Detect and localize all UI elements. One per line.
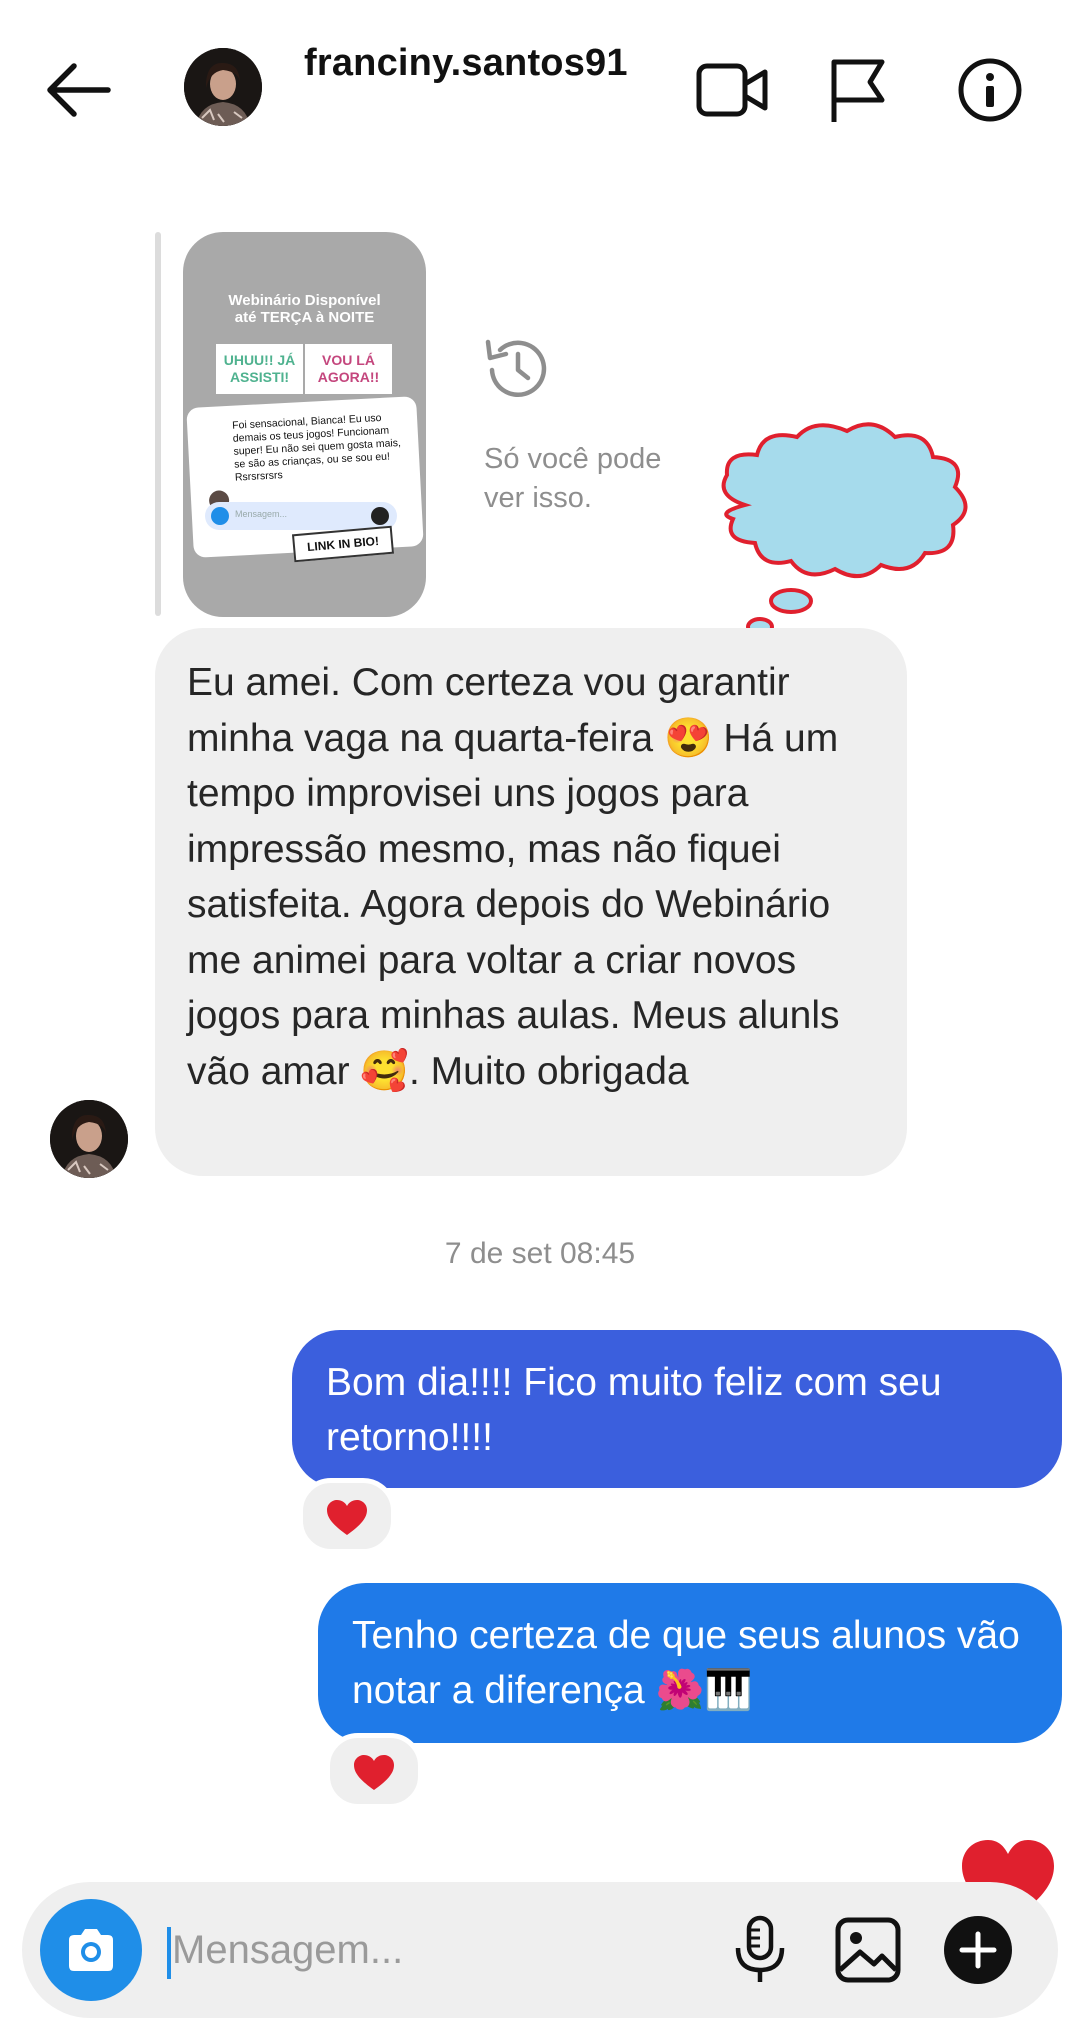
gallery-icon[interactable] <box>830 1912 906 1988</box>
reply-indicator-bar <box>155 232 161 616</box>
microphone-icon[interactable] <box>722 1912 798 1988</box>
story-card-text: Foi sensacional, Bianca! Eu uso demais o… <box>231 411 402 484</box>
flag-icon[interactable] <box>818 50 898 130</box>
avatar[interactable] <box>184 48 262 126</box>
chat-header: franciny.santos91 <box>0 0 1080 180</box>
history-icon <box>478 330 554 406</box>
back-arrow-icon[interactable] <box>40 55 120 125</box>
story-option-2: VOU LÁ AGORA!! <box>305 344 392 394</box>
sent-message-bubble[interactable]: Tenho certeza de que seus alunos vão not… <box>318 1583 1062 1743</box>
video-call-icon[interactable] <box>693 50 773 130</box>
message-input[interactable] <box>172 1920 732 1980</box>
story-title: Webinário Disponível até TERÇA à NOITE <box>228 292 381 326</box>
story-option-1: UHUU!! JÁ ASSISTI! <box>216 344 303 394</box>
sent-message-bubble[interactable]: Bom dia!!!! Fico muito feliz com seu ret… <box>292 1330 1062 1488</box>
camera-button[interactable] <box>40 1899 142 2001</box>
message-composer <box>22 1882 1058 2018</box>
visibility-note: Só você pode ver isso. <box>484 443 662 514</box>
camera-icon <box>69 1929 113 1971</box>
sender-avatar[interactable] <box>50 1100 128 1178</box>
heart-icon <box>327 1500 367 1535</box>
heart-icon <box>354 1755 394 1790</box>
story-card-input: Mensagem... <box>205 502 397 530</box>
story-camera-icon <box>211 507 229 525</box>
plus-icon[interactable] <box>940 1912 1016 1988</box>
username[interactable]: franciny.santos91 <box>304 42 628 85</box>
text-cursor <box>167 1927 171 1979</box>
heart-reaction[interactable] <box>298 1478 396 1554</box>
message-timestamp: 7 de set 08:45 <box>444 1237 636 1270</box>
info-icon[interactable] <box>950 50 1030 130</box>
story-preview[interactable]: Webinário Disponível até TERÇA à NOITE U… <box>183 232 426 617</box>
heart-reaction[interactable] <box>325 1733 423 1809</box>
received-message-bubble[interactable]: Eu amei. Com certeza vou garantir minha … <box>155 628 907 1176</box>
thought-cloud-sticker <box>705 415 990 640</box>
story-plus-icon <box>371 507 389 525</box>
